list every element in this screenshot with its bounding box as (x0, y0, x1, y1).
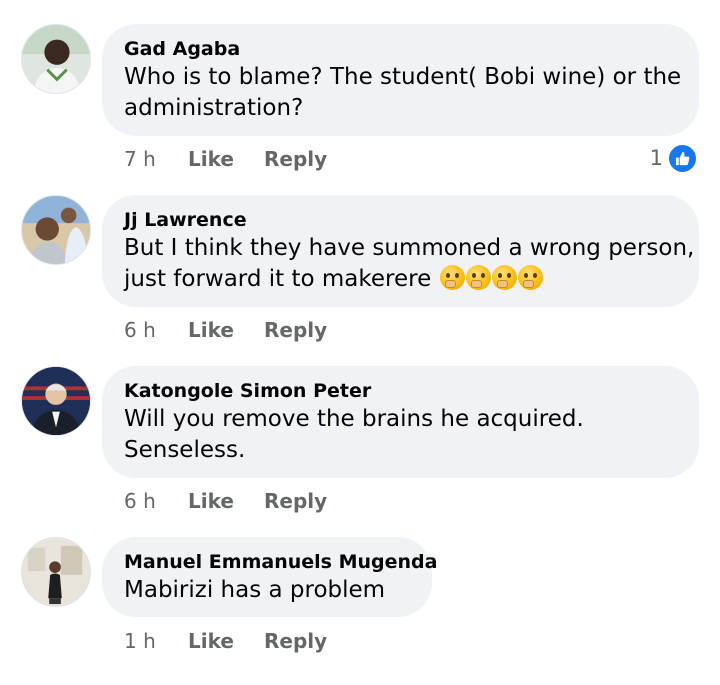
comment-text-line: Who is to blame? The student( Bobi wine)… (124, 64, 682, 90)
comment-author[interactable]: Gad Agaba (124, 36, 677, 62)
like-button[interactable]: Like (188, 628, 234, 654)
comment-bubble: Gad Agaba Who is to blame? The student( … (102, 24, 699, 136)
comment-text-line: just forward it to makerere (124, 264, 677, 295)
comment-text-line: Will you remove the brains he acquired. (124, 406, 584, 432)
reply-button[interactable]: Reply (264, 146, 327, 172)
avatar[interactable] (21, 366, 91, 436)
reaction-summary[interactable]: 1 (649, 142, 698, 174)
comment-timestamp[interactable]: 6 h (124, 317, 156, 343)
comment-text-line: Senseless. (124, 437, 246, 463)
comment-author[interactable]: Jj Lawrence (124, 207, 677, 233)
thinking-face-icon (517, 265, 543, 290)
reply-button[interactable]: Reply (264, 317, 327, 343)
reaction-count: 1 (649, 146, 663, 170)
comment-author[interactable]: Manuel Emmanuels Mugenda (124, 549, 437, 575)
comment-text-line: administration? (124, 95, 304, 121)
comment-bubble: Manuel Emmanuels Mugenda Mabirizi has a … (102, 537, 437, 617)
comment-text-line: Mabirizi has a problem (124, 577, 386, 603)
comment-author[interactable]: Katongole Simon Peter (124, 378, 677, 404)
thinking-face-icon (439, 265, 465, 290)
avatar[interactable] (21, 537, 91, 607)
comment-timestamp[interactable]: 1 h (124, 628, 156, 654)
avatar[interactable] (21, 195, 91, 265)
like-button[interactable]: Like (188, 317, 234, 343)
like-button[interactable]: Like (188, 488, 234, 514)
comment-bubble: Katongole Simon Peter Will you remove th… (102, 366, 699, 478)
like-badge-icon (667, 142, 698, 174)
comment-text-fragment: just forward it to makerere (124, 266, 432, 292)
reply-button[interactable]: Reply (264, 488, 327, 514)
comment-bubble: Jj Lawrence But I think they have summon… (102, 195, 699, 307)
like-button[interactable]: Like (188, 146, 234, 172)
comment-timestamp[interactable]: 7 h (124, 146, 156, 172)
comment-timestamp[interactable]: 6 h (124, 488, 156, 514)
comment-text-line: But I think they have summoned a wrong p… (124, 235, 695, 261)
avatar[interactable] (21, 24, 91, 94)
thinking-face-icon (465, 265, 491, 290)
thinking-face-icon (491, 265, 517, 290)
reply-button[interactable]: Reply (264, 628, 327, 654)
